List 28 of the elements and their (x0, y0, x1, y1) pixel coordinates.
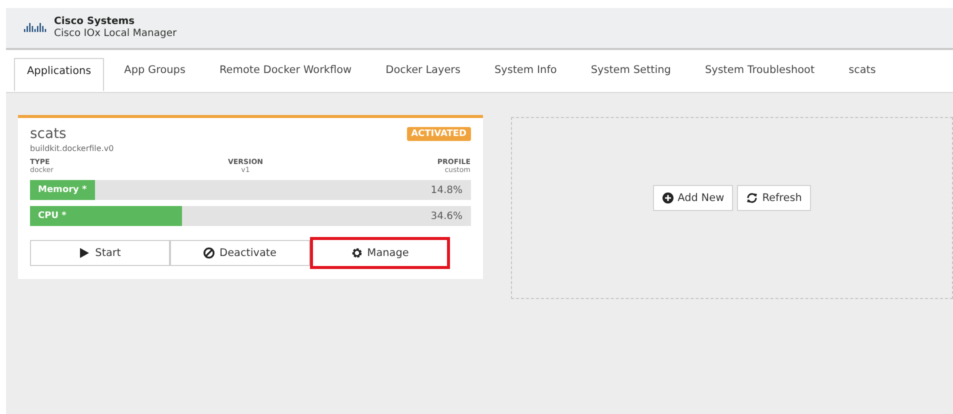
tab[interactable]: Applications (14, 58, 104, 91)
prohibited-icon (203, 247, 216, 259)
logo-bars-icon (24, 23, 48, 33)
tab[interactable]: scats (848, 58, 876, 76)
refresh-button[interactable]: Refresh (737, 185, 811, 211)
app-name: scats (30, 126, 66, 142)
tab[interactable]: System Setting (590, 58, 671, 76)
gear-icon (351, 247, 364, 259)
meter-label: Memory * (37, 185, 87, 195)
company-name: Cisco Systems (54, 16, 136, 28)
meter-reading: 34.6% (430, 210, 464, 222)
action-button[interactable]: Manage (310, 237, 450, 269)
action-button[interactable]: Deactivate (170, 240, 310, 266)
meter-label: CPU * (37, 211, 66, 221)
tab[interactable]: Remote Docker Workflow (219, 58, 352, 76)
plus-circle-icon (662, 192, 674, 204)
tab[interactable]: App Groups (124, 58, 186, 76)
refresh-icon (746, 192, 758, 204)
action-button[interactable]: Start (30, 240, 170, 266)
tab[interactable]: System Info (494, 58, 557, 76)
tab[interactable]: Docker Layers (386, 58, 460, 76)
play-icon (79, 247, 92, 259)
add-new-button[interactable]: Add New (652, 185, 734, 211)
product-name: Cisco IOx Local Manager (54, 28, 177, 40)
image-name: buildkit.dockerfile.v0 (30, 144, 115, 153)
status-badge: ACTIVATED (407, 127, 470, 141)
tab[interactable]: System Troubleshoot (704, 58, 815, 76)
meter-reading: 14.8% (430, 184, 464, 196)
